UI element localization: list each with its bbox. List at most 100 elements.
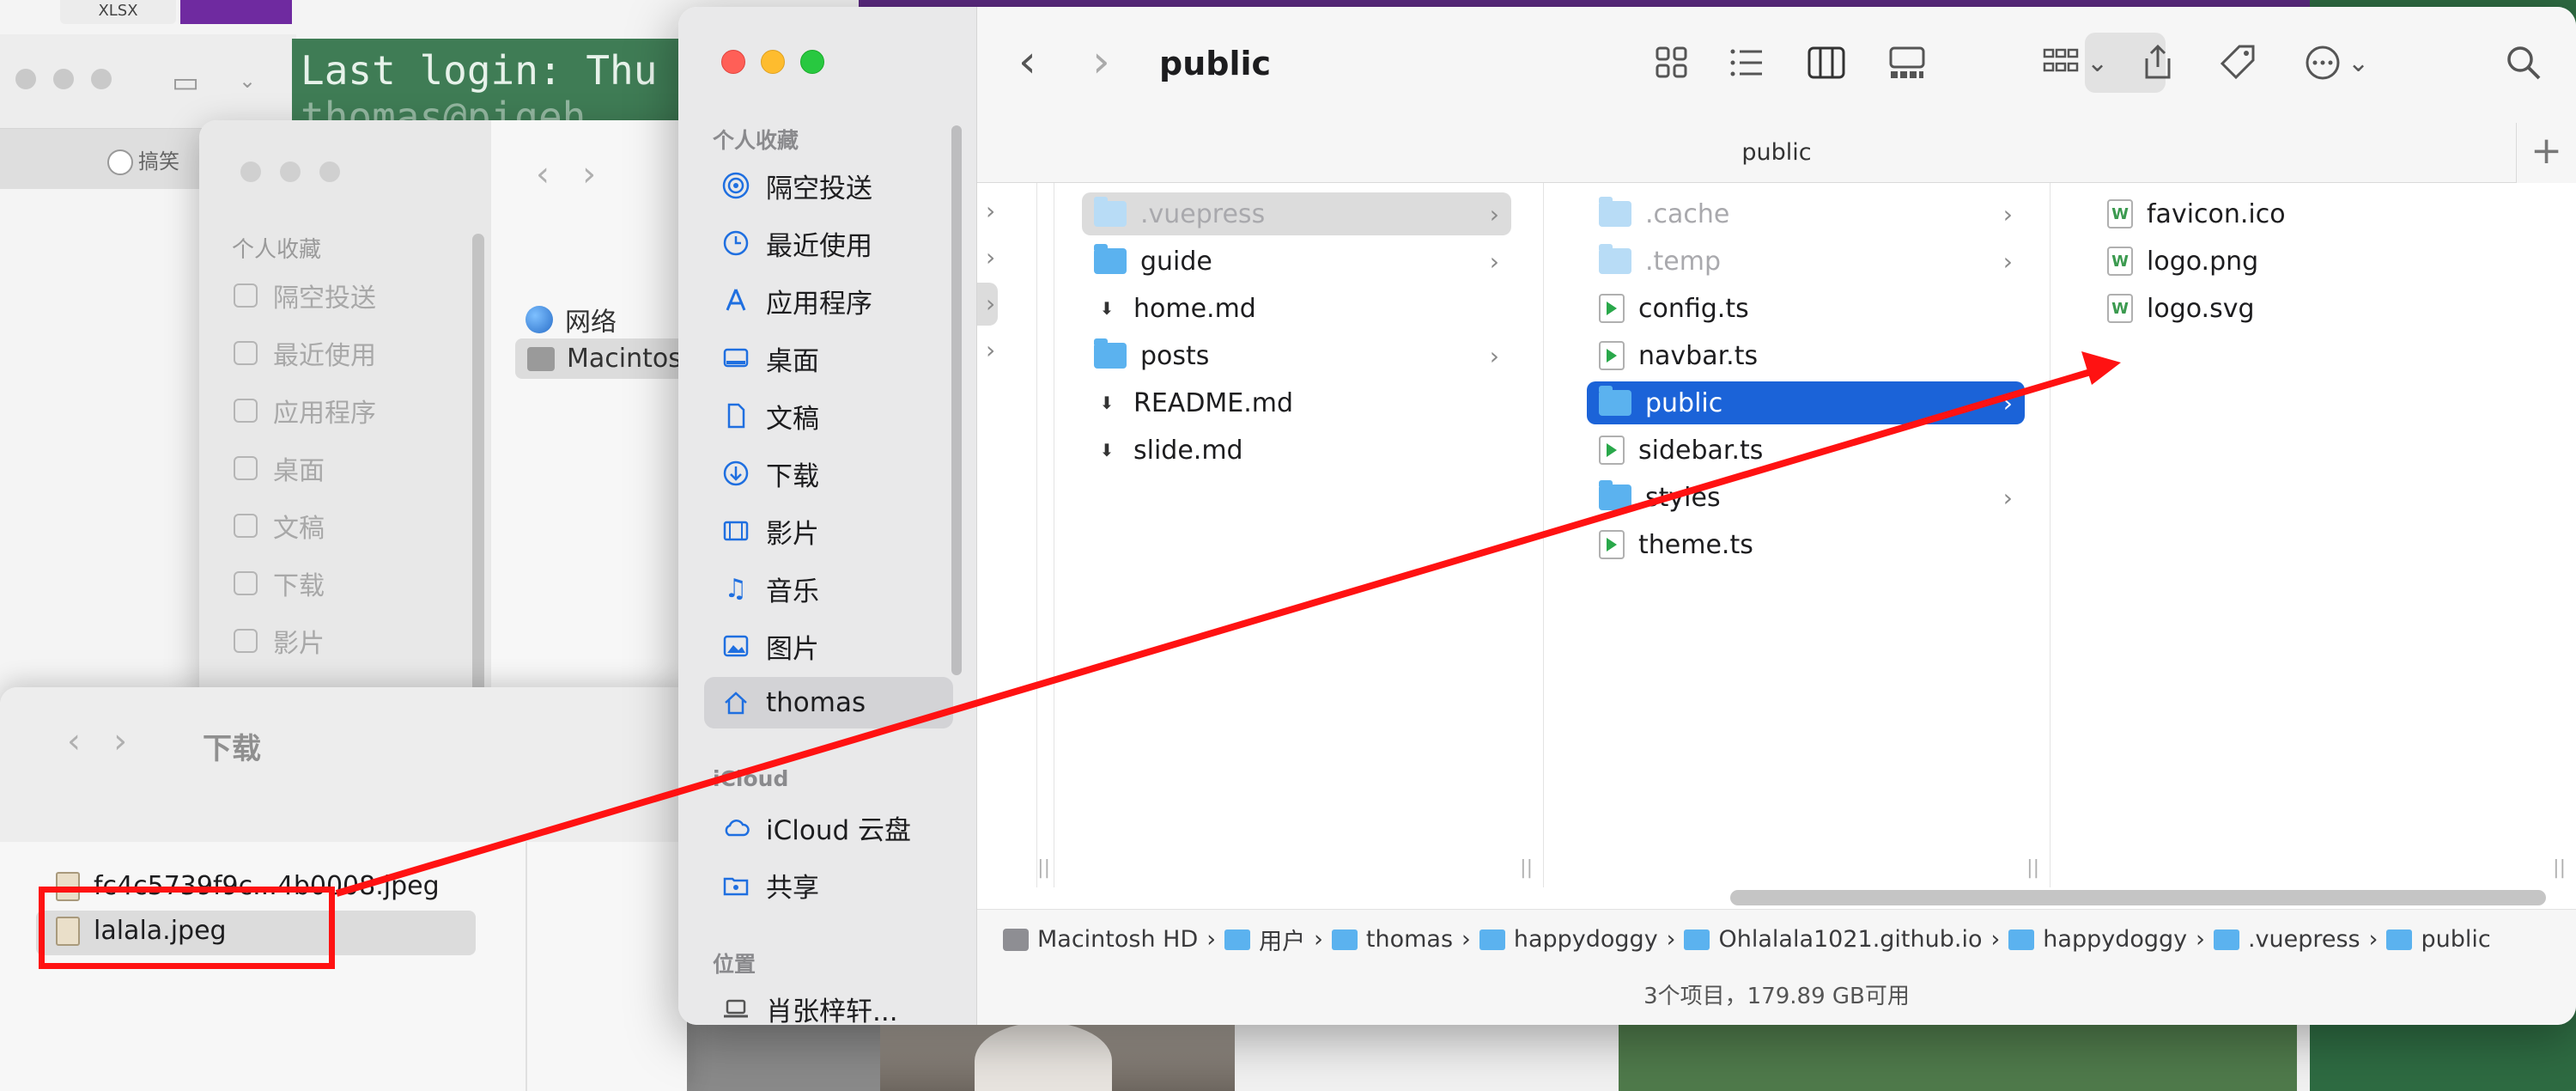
sidebar-item[interactable]: 应用程序 — [234, 392, 376, 430]
window-minimize-dot[interactable] — [53, 69, 74, 89]
folder-row[interactable]: .cache › — [1587, 192, 2025, 235]
folder-row[interactable]: .vuepress › — [1082, 192, 1511, 235]
back-icon[interactable]: ‹ — [1018, 36, 1036, 88]
folder-icon — [1094, 338, 1127, 369]
column-resize-handle[interactable]: || — [2553, 857, 2566, 879]
sidebar-item-home[interactable]: thomas — [704, 677, 953, 728]
tab-title[interactable]: public — [977, 123, 2576, 183]
share-icon[interactable] — [2138, 43, 2178, 91]
folder-row[interactable]: .temp › — [1587, 240, 2025, 283]
sidebar-item[interactable]: 影片 — [234, 622, 325, 660]
sidebar-item-label: 应用程序 — [766, 288, 872, 320]
window-zoom-button[interactable] — [800, 50, 824, 74]
folder-row[interactable]: styles › — [1587, 476, 2025, 519]
folder-icon — [1094, 197, 1127, 227]
back-icon[interactable]: ‹ — [536, 155, 550, 194]
chevron-down-icon[interactable]: ⌄ — [2087, 48, 2108, 78]
sidebar-item-desktop[interactable]: 桌面 — [704, 332, 953, 384]
column-resize-handle[interactable]: || — [1037, 857, 1050, 879]
window-minimize-button[interactable] — [761, 50, 785, 74]
browser-tab[interactable]: 搞笑 — [107, 144, 179, 175]
icon-view-icon[interactable] — [1652, 43, 1692, 91]
shared-folder-icon — [721, 870, 750, 899]
column-resize-handle[interactable]: || — [1520, 857, 1533, 879]
file-row[interactable]: Wlogo.png — [2095, 240, 2490, 283]
breadcrumb-item[interactable]: 用户 — [1224, 923, 1305, 956]
group-icon[interactable] — [2042, 43, 2081, 91]
tag-icon[interactable] — [2219, 43, 2258, 91]
sidebar-item-applications[interactable]: 应用程序 — [704, 275, 953, 326]
window-close-dot[interactable] — [240, 162, 261, 182]
sidebar-item[interactable]: 最近使用 — [234, 334, 376, 372]
sidebar-item-music[interactable]: ♫ 音乐 — [704, 563, 953, 614]
chevron-down-icon[interactable]: ⌄ — [2348, 48, 2369, 78]
breadcrumb-item[interactable]: public — [2386, 926, 2491, 953]
sidebar-scrollbar[interactable] — [951, 125, 962, 675]
more-icon[interactable] — [2303, 43, 2342, 91]
forward-icon[interactable]: › — [113, 722, 127, 761]
window-close-button[interactable] — [721, 50, 745, 74]
window-close-dot[interactable] — [15, 69, 36, 89]
new-tab-button[interactable]: + — [2516, 123, 2576, 183]
breadcrumb-item[interactable]: .vuepress — [2213, 926, 2360, 953]
file-row[interactable]: config.ts — [1587, 287, 2025, 330]
sidebar-toggle-icon[interactable]: ▭ — [172, 65, 199, 100]
folder-row[interactable]: posts › — [1082, 334, 1511, 377]
file-row[interactable]: sidebar.ts — [1587, 429, 2025, 472]
search-icon[interactable] — [2504, 43, 2543, 91]
breadcrumb-item[interactable]: thomas — [1331, 926, 1453, 953]
breadcrumb-separator-icon: › — [2196, 926, 2205, 953]
forward-icon[interactable]: › — [582, 155, 596, 194]
breadcrumb-item[interactable]: happydoggy — [2008, 926, 2187, 953]
file-row[interactable]: Wfavicon.ico — [2095, 192, 2490, 235]
file-row[interactable]: ⬇ slide.md — [1082, 429, 1511, 472]
folder-row[interactable]: public › — [1587, 381, 2025, 424]
breadcrumb-item[interactable]: Macintosh HD — [1003, 926, 1198, 953]
markdown-file-icon: ⬇ — [1099, 393, 1115, 413]
breadcrumb-label: public — [2421, 926, 2491, 953]
breadcrumb-label: Macintosh HD — [1037, 926, 1199, 953]
sidebar-item-movies[interactable]: 影片 — [704, 505, 953, 557]
sidebar-item-documents[interactable]: 文稿 — [704, 390, 953, 442]
sidebar-item[interactable]: 桌面 — [234, 449, 325, 487]
chevron-right-icon: › — [1489, 247, 1499, 276]
sidebar-item-location[interactable]: 肖张梓轩... — [704, 983, 953, 1025]
window-zoom-dot[interactable] — [319, 162, 340, 182]
file-row[interactable]: navbar.ts — [1587, 334, 2025, 377]
sidebar-item[interactable]: 隔空投送 — [234, 277, 376, 314]
typescript-file-icon — [1599, 341, 1625, 370]
breadcrumb-item[interactable]: happydoggy — [1479, 926, 1658, 953]
column-resize-handle[interactable]: || — [2026, 857, 2039, 879]
sidebar-item-downloads[interactable]: 下载 — [704, 448, 953, 499]
list-view-icon[interactable] — [1728, 43, 1767, 91]
chevron-right-icon: › — [2002, 247, 2013, 276]
finder-window-main[interactable]: 个人收藏 隔空投送 最近使用 应用程序 桌面 文稿 下载 影片 ♫ 音乐 图片 … — [678, 7, 2576, 1025]
breadcrumb-item[interactable]: Ohlalala1021.github.io — [1684, 926, 1982, 953]
sidebar-item-icloud-drive[interactable]: iCloud 云盘 — [704, 801, 953, 853]
folder-row[interactable]: guide › — [1082, 240, 1511, 283]
sidebar-item-recents[interactable]: 最近使用 — [704, 217, 953, 269]
back-icon[interactable]: ‹ — [67, 722, 81, 761]
sidebar-item-airdrop[interactable]: 隔空投送 — [704, 160, 953, 211]
list-item[interactable]: 网络 — [526, 301, 617, 338]
sidebar-item-label: 最近使用 — [273, 341, 376, 371]
window-minimize-dot[interactable] — [280, 162, 301, 182]
file-row[interactable]: ⬇ README.md — [1082, 381, 1511, 424]
file-row[interactable]: Wlogo.svg — [2095, 287, 2490, 330]
file-row[interactable]: theme.ts — [1587, 523, 2025, 566]
horizontal-scrollbar[interactable] — [1730, 890, 2546, 905]
list-item[interactable]: Macintos — [515, 338, 694, 379]
window-zoom-dot[interactable] — [91, 69, 112, 89]
sidebar-item-pictures[interactable]: 图片 — [704, 620, 953, 672]
sidebar-item-shared[interactable]: 共享 — [704, 859, 953, 911]
chevron-down-icon[interactable]: ⌄ — [239, 69, 256, 93]
sidebar-item[interactable]: 文稿 — [234, 507, 325, 545]
xlsx-file-chip[interactable]: XLSX — [60, 0, 176, 24]
file-row[interactable]: ⬇ home.md — [1082, 287, 1511, 330]
column-view-icon[interactable] — [1807, 43, 1846, 91]
gallery-view-icon[interactable] — [1887, 43, 1927, 91]
forward-icon[interactable]: › — [1092, 36, 1110, 88]
column-divider[interactable] — [526, 842, 527, 1091]
sidebar-scrollbar[interactable] — [472, 234, 484, 698]
sidebar-item[interactable]: 下载 — [234, 564, 325, 602]
